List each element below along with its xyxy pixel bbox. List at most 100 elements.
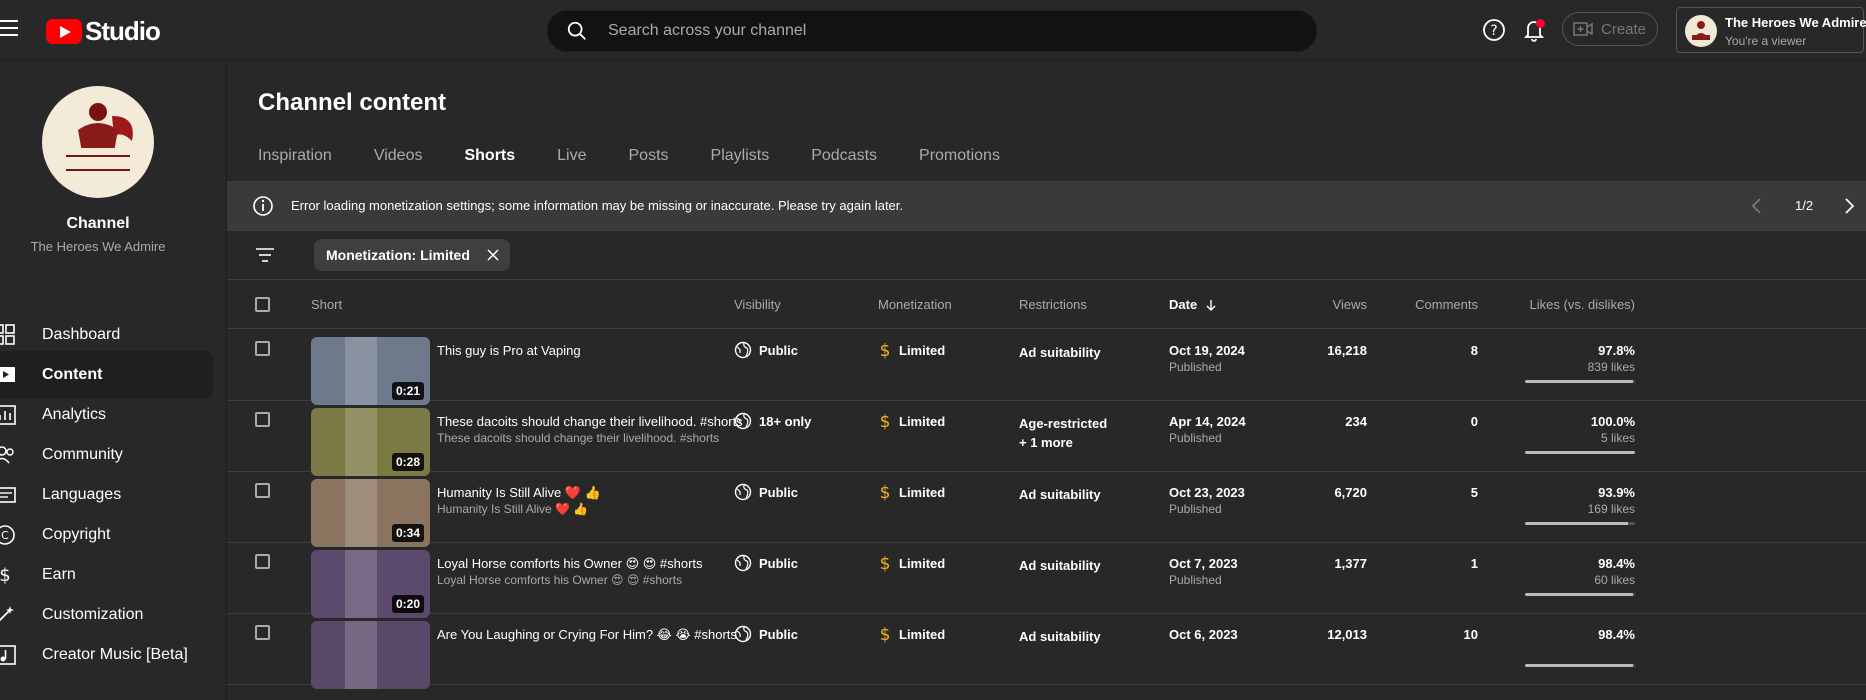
tab-podcasts[interactable]: Podcasts (811, 147, 877, 181)
table-row[interactable]: 0:21 This guy is Pro at Vaping Public $ Limi… (227, 329, 1866, 405)
visibility-value[interactable]: Public (759, 343, 798, 358)
table-row[interactable]: 0:20 Loyal Horse comforts his Owner 😍 😍 #… (227, 542, 1866, 618)
short-title[interactable]: Are You Laughing or Crying For Him? 😂 😭 … (437, 627, 737, 643)
likes-ratio-fill (1525, 380, 1633, 383)
monetization-value[interactable]: Limited (899, 343, 945, 358)
monetization-value[interactable]: Limited (899, 556, 945, 571)
sidebar-item-creator-music[interactable]: Creator Music [Beta] (0, 631, 213, 679)
likes-count: 60 likes (1594, 573, 1635, 587)
row-checkbox[interactable] (255, 341, 270, 356)
comments-value: 5 (1470, 485, 1478, 500)
channel-name: The Heroes We Admire (30, 239, 166, 254)
menu-icon[interactable] (0, 20, 18, 40)
studio-logo[interactable]: Studio (46, 16, 161, 47)
filter-icon[interactable] (255, 247, 275, 263)
table-header: Short Visibility Monetization Restrictio… (227, 280, 1866, 329)
short-title[interactable]: This guy is Pro at Vaping (437, 343, 581, 358)
row-checkbox[interactable] (255, 554, 270, 569)
column-short[interactable]: Short (311, 297, 342, 312)
short-title[interactable]: Loyal Horse comforts his Owner 😍 😍 #shor… (437, 556, 703, 572)
sidebar-item-label: Analytics (42, 406, 107, 423)
short-description: Humanity Is Still Alive ❤️ 👍 (437, 502, 589, 516)
duration-badge: 0:28 (391, 453, 424, 471)
comments-value: 8 (1470, 343, 1478, 358)
short-thumbnail[interactable]: 0:21 (311, 337, 430, 405)
thumbnail-frame (345, 550, 377, 618)
column-views[interactable]: Views (1291, 297, 1367, 312)
table-row[interactable]: Are You Laughing or Crying For Him? 😂 😭 … (227, 613, 1866, 689)
visibility-value[interactable]: Public (759, 556, 798, 571)
restriction-value[interactable]: Ad suitability (1019, 627, 1101, 646)
publish-status: Published (1169, 360, 1222, 374)
column-date[interactable]: Date (1169, 297, 1217, 312)
sidebar-item-label: Content (42, 366, 103, 383)
help-icon[interactable]: ? (1482, 18, 1506, 42)
close-icon[interactable] (486, 248, 500, 262)
chevron-right-icon[interactable] (1841, 197, 1857, 215)
visibility-value[interactable]: Public (759, 485, 798, 500)
publish-status: Published (1169, 431, 1222, 445)
search-input[interactable] (606, 21, 1210, 41)
tab-videos[interactable]: Videos (374, 147, 423, 181)
short-title[interactable]: Humanity Is Still Alive ❤️ 👍 (437, 485, 601, 501)
short-thumbnail[interactable] (311, 621, 430, 689)
date-value: Apr 14, 2024 (1169, 414, 1246, 429)
search-bar[interactable] (547, 10, 1317, 52)
column-restrictions[interactable]: Restrictions (1019, 297, 1087, 312)
select-all-checkbox[interactable] (255, 297, 270, 312)
short-thumbnail[interactable]: 0:34 (311, 479, 430, 547)
likes-ratio-bar (1525, 522, 1635, 525)
channel-avatar[interactable] (42, 86, 154, 198)
views-value: 12,013 (1327, 627, 1367, 642)
main-content: Channel content Inspiration Videos Short… (227, 61, 1866, 700)
column-visibility[interactable]: Visibility (734, 297, 781, 312)
column-monetization[interactable]: Monetization (878, 297, 952, 312)
short-title[interactable]: These dacoits should change their liveli… (437, 414, 743, 429)
row-checkbox[interactable] (255, 483, 270, 498)
svg-text:$: $ (880, 412, 891, 431)
likes-ratio-bar (1525, 451, 1635, 454)
tab-shorts[interactable]: Shorts (464, 147, 515, 187)
monetization-value[interactable]: Limited (899, 627, 945, 642)
views-value: 6,720 (1334, 485, 1367, 500)
monetization-value[interactable]: Limited (899, 414, 945, 429)
likes-ratio-fill (1525, 593, 1634, 596)
create-button[interactable]: Create (1562, 12, 1658, 46)
tab-posts[interactable]: Posts (629, 147, 669, 181)
filter-chip-monetization[interactable]: Monetization: Limited (314, 239, 510, 271)
arrow-down-icon (1206, 300, 1216, 311)
column-likes[interactable]: Likes (vs. dislikes) (1467, 297, 1635, 312)
short-thumbnail[interactable]: 0:20 (311, 550, 430, 618)
error-banner: Error loading monetization settings; som… (227, 181, 1866, 231)
account-switcher[interactable]: The Heroes We Admire You're a viewer (1676, 7, 1866, 53)
row-checkbox[interactable] (255, 412, 270, 427)
table-row[interactable]: 0:34 Humanity Is Still Alive ❤️ 👍 Humanity… (227, 471, 1866, 547)
monetization-value[interactable]: Limited (899, 485, 945, 500)
duration-badge: 0:21 (391, 382, 424, 400)
globe-icon (734, 483, 752, 501)
comments-value: 1 (1470, 556, 1478, 571)
duration-badge: 0:20 (391, 595, 424, 613)
tab-inspiration[interactable]: Inspiration (258, 147, 332, 181)
restriction-value[interactable]: Age-restricted + 1 more (1019, 414, 1107, 452)
sidebar-item-label: Languages (42, 486, 122, 503)
tab-playlists[interactable]: Playlists (711, 147, 770, 181)
restriction-label: Age-restricted (1019, 416, 1108, 431)
table-row[interactable]: 0:28 These dacoits should change their li… (227, 400, 1866, 476)
page-title: Channel content (258, 89, 447, 116)
restriction-value[interactable]: Ad suitability (1019, 343, 1101, 362)
tab-live[interactable]: Live (557, 147, 586, 181)
short-thumbnail[interactable]: 0:28 (311, 408, 430, 476)
visibility-value[interactable]: 18+ only (759, 414, 811, 429)
restriction-value[interactable]: Ad suitability (1019, 556, 1101, 575)
chevron-left-icon[interactable] (1749, 197, 1765, 215)
earn-icon: $ (0, 565, 11, 586)
likes-ratio-fill (1525, 451, 1635, 454)
filter-bar: Monetization: Limited (227, 231, 1866, 280)
likes-ratio-fill (1525, 522, 1629, 525)
column-comments[interactable]: Comments (1377, 297, 1478, 312)
row-checkbox[interactable] (255, 625, 270, 640)
tab-promotions[interactable]: Promotions (919, 147, 1000, 181)
restriction-value[interactable]: Ad suitability (1019, 485, 1101, 504)
visibility-value[interactable]: Public (759, 627, 798, 642)
